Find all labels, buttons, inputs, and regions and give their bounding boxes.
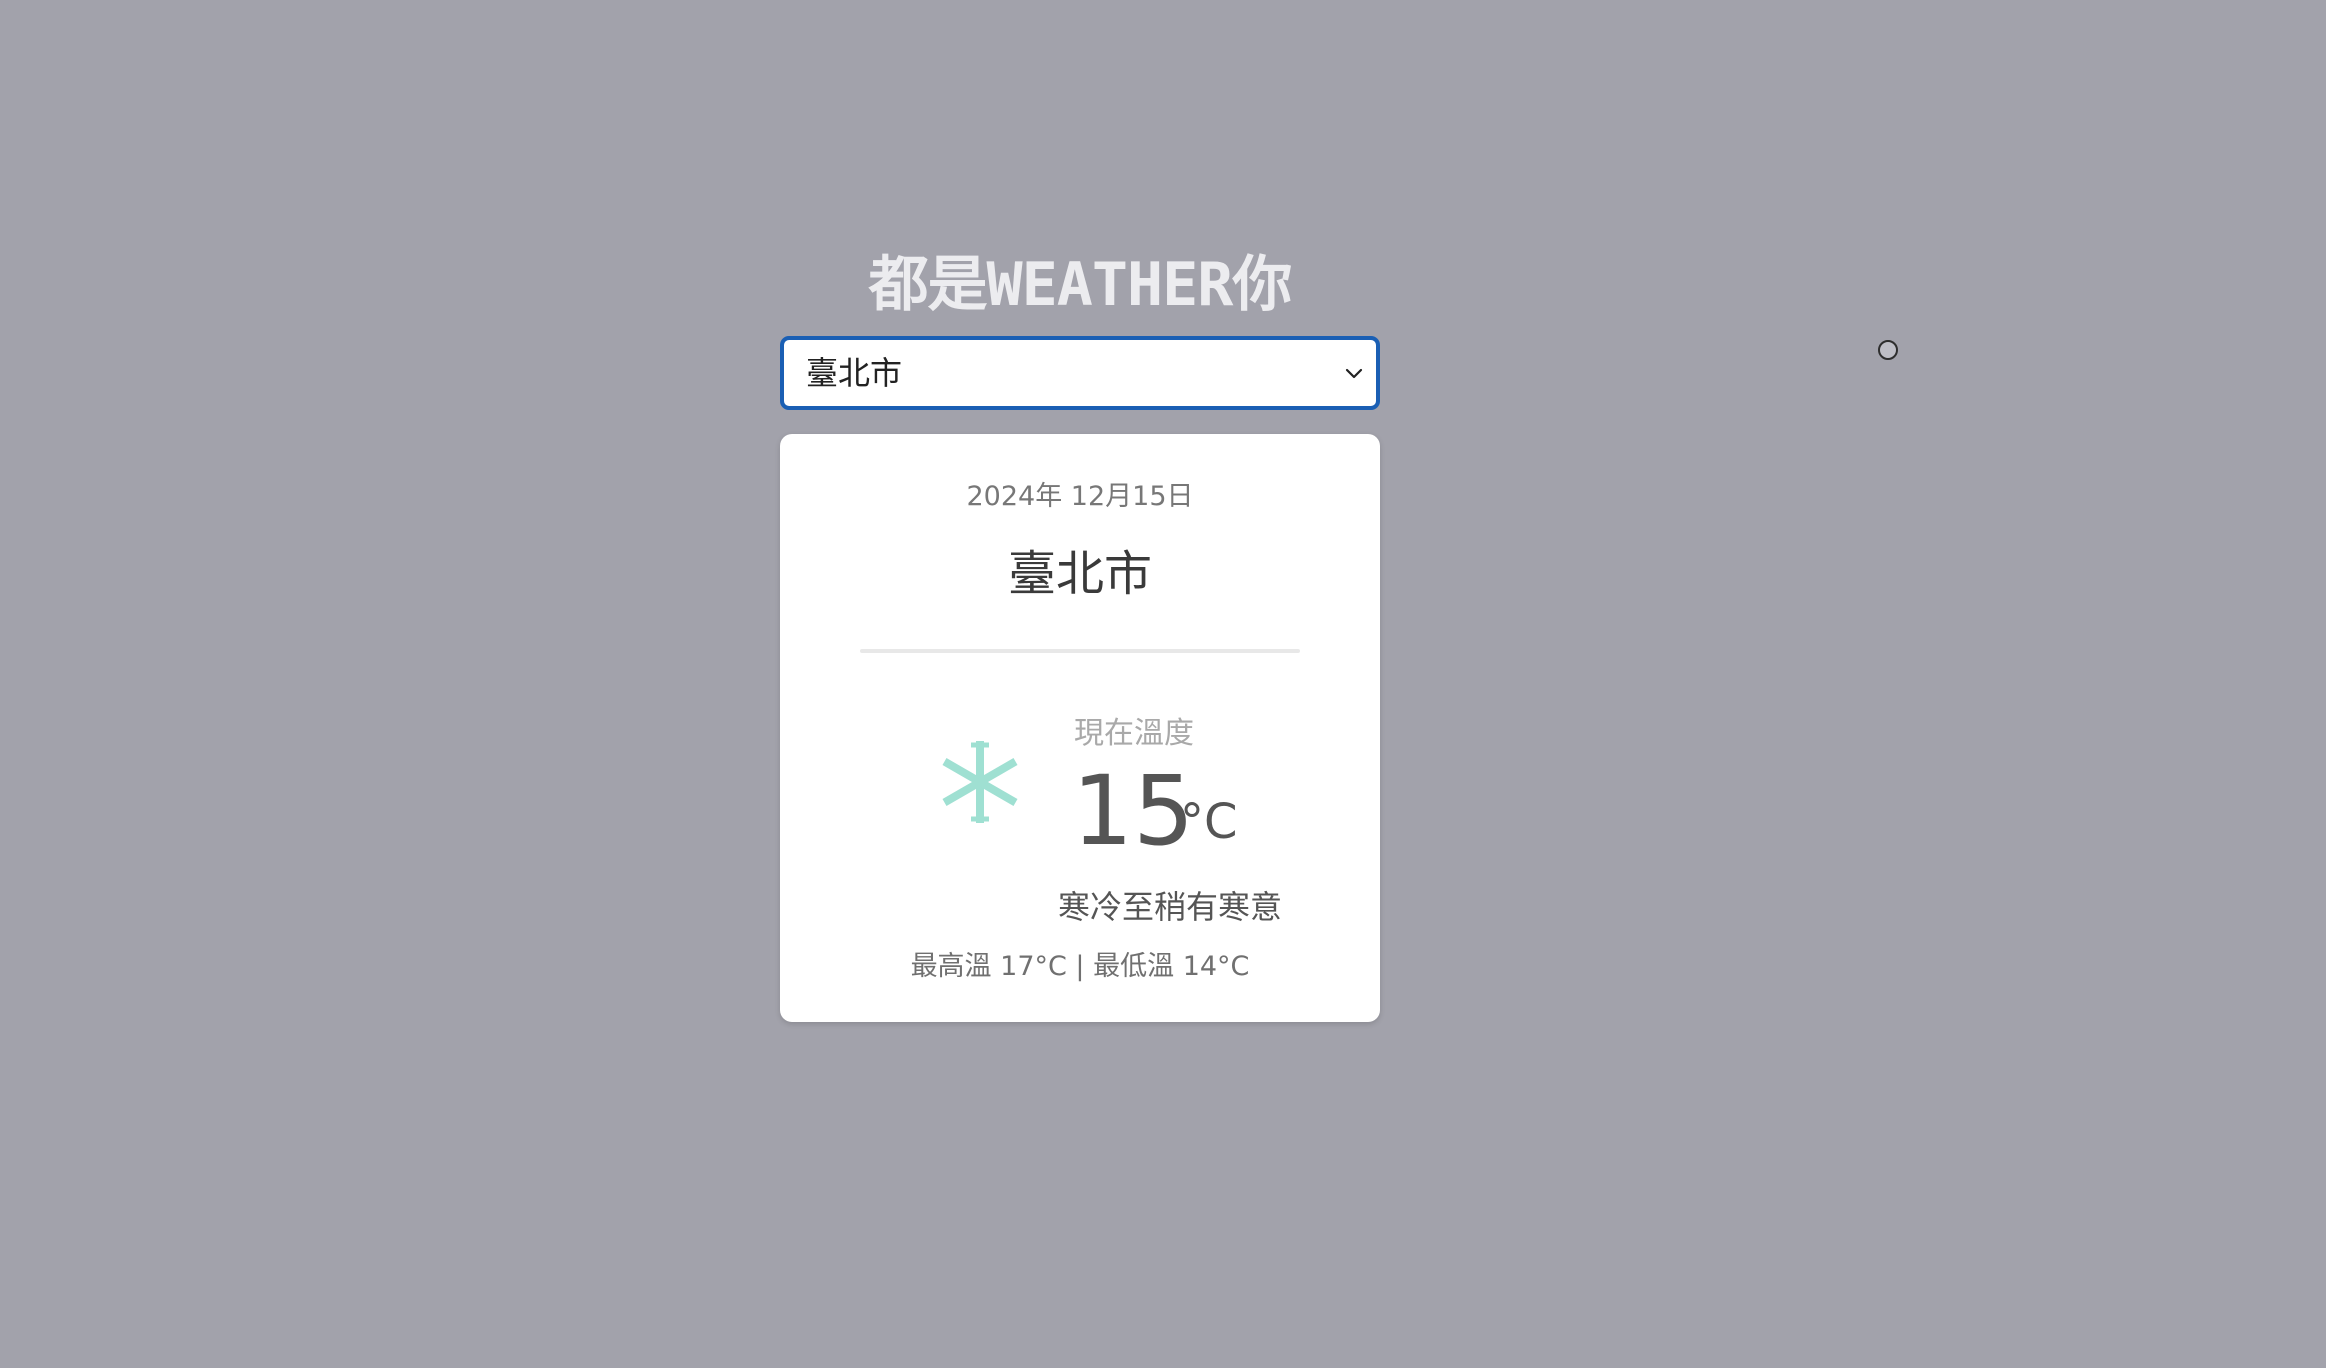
- weather-city: 臺北市: [1007, 546, 1152, 602]
- weather-card: 2024年 12月15日 臺北市 現在溫度 15 °C 寒冷至稍有寒意 最高溫 …: [780, 434, 1380, 1022]
- current-temperature-label: 現在溫度: [1074, 716, 1194, 751]
- temperature-unit: °C: [1180, 794, 1238, 850]
- weather-app: 都是WEATHER你 臺北市 2024年 12月15日 臺北市 現在溫度 15 …: [780, 240, 1380, 1022]
- mouse-cursor-indicator: [1878, 340, 1898, 360]
- temperature-range: 最高溫 17°C | 最低溫 14°C: [910, 951, 1250, 982]
- chevron-down-icon: [1345, 368, 1363, 379]
- city-select[interactable]: 臺北市: [780, 336, 1380, 410]
- card-divider: [860, 649, 1300, 653]
- snowflake-icon: [942, 741, 1018, 823]
- city-select-value: 臺北市: [806, 354, 903, 392]
- weather-description: 寒冷至稍有寒意: [1057, 888, 1282, 926]
- current-temperature-value: 15: [1072, 755, 1195, 867]
- weather-date: 2024年 12月15日: [966, 481, 1194, 512]
- app-title: 都是WEATHER你: [868, 250, 1293, 320]
